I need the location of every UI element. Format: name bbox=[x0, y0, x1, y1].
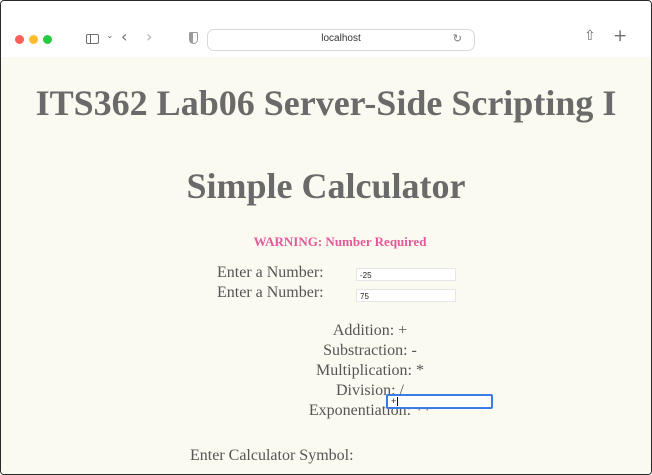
chevron-down-icon[interactable]: ⌄ bbox=[106, 31, 114, 41]
operation-exponentiation: Exponentiation: ** bbox=[308, 402, 432, 419]
shield-icon[interactable] bbox=[189, 32, 198, 44]
zoom-window-button[interactable] bbox=[43, 35, 52, 44]
page-content: ITS362 Lab06 Server-Side Scripting I Sim… bbox=[1, 57, 651, 474]
page-subtitle: Simple Calculator bbox=[186, 166, 466, 206]
operations-list: Addition: + Substraction: - Multiplicati… bbox=[1, 321, 651, 421]
warning-message: WARNING: Number Required bbox=[253, 234, 427, 249]
address-text: localhost bbox=[321, 33, 361, 44]
browser-toolbar: ⌄ ‹ › localhost ↻ ⇧ + bbox=[1, 1, 651, 57]
share-icon[interactable]: ⇧ bbox=[584, 28, 596, 44]
forward-arrow-icon[interactable]: › bbox=[146, 27, 152, 46]
browser-window: ⌄ ‹ › localhost ↻ ⇧ + ITS362 Lab06 Serve… bbox=[0, 0, 652, 475]
number-input-1[interactable]: -25 bbox=[356, 268, 456, 281]
text-caret bbox=[397, 397, 399, 407]
symbol-input[interactable]: + bbox=[386, 394, 493, 409]
close-window-button[interactable] bbox=[15, 35, 24, 44]
operation-subtraction: Substraction: - bbox=[323, 342, 417, 359]
number-input-2[interactable]: 75 bbox=[356, 289, 456, 302]
new-tab-icon[interactable]: + bbox=[613, 26, 627, 46]
symbol-value: + bbox=[391, 396, 397, 406]
sidebar-icon[interactable] bbox=[86, 34, 99, 44]
back-arrow-icon[interactable]: ‹ bbox=[121, 27, 127, 46]
symbol-label: Enter Calculator Symbol: bbox=[190, 447, 354, 464]
address-bar[interactable]: localhost ↻ bbox=[207, 29, 475, 51]
operation-addition: Addition: + bbox=[332, 322, 408, 339]
number-label-2: Enter a Number: bbox=[217, 284, 324, 301]
reload-icon[interactable]: ↻ bbox=[453, 32, 462, 45]
page-title: ITS362 Lab06 Server-Side Scripting I bbox=[35, 83, 617, 123]
operation-multiplication: Multiplication: * bbox=[316, 362, 424, 379]
minimize-window-button[interactable] bbox=[29, 35, 38, 44]
number-label-1: Enter a Number: bbox=[217, 264, 324, 281]
operation-division: Division: / bbox=[335, 382, 404, 399]
